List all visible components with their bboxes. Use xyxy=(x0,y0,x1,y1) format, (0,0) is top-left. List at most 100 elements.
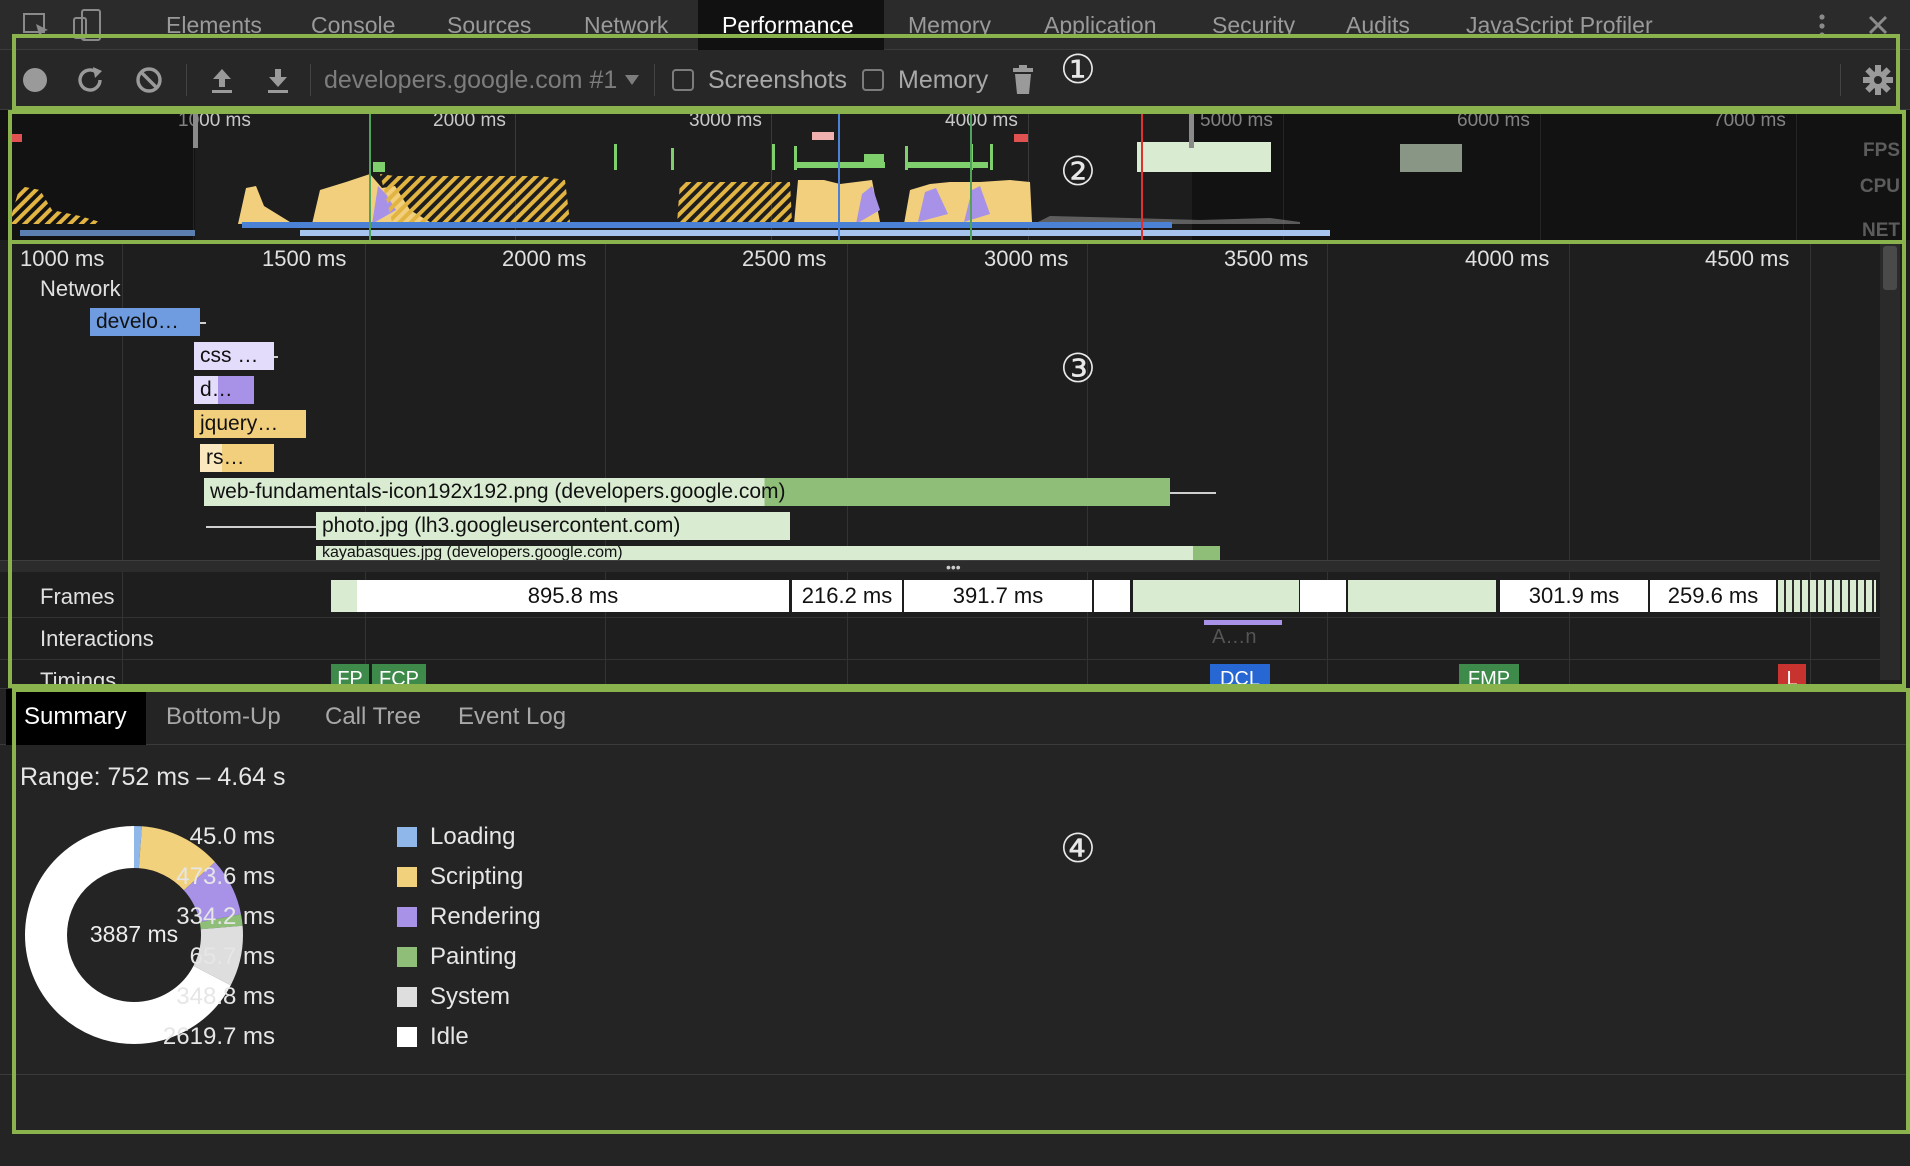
interactions-track-label[interactable]: Interactions xyxy=(40,626,154,652)
details-panel: Summary Bottom-Up Call Tree Event Log Ra… xyxy=(0,688,1910,1166)
network-request[interactable]: kayabasques.jpg (developers.google.com) xyxy=(316,546,1220,560)
legend-value: 65.7 ms xyxy=(189,943,275,970)
timing-marker-l[interactable]: L xyxy=(1778,664,1806,690)
interaction-marker[interactable] xyxy=(1204,620,1282,625)
legend-swatch xyxy=(397,947,417,967)
callout-marker: ② xyxy=(1060,149,1096,195)
scrollbar-thumb[interactable] xyxy=(1883,246,1897,290)
legend-name: Idle xyxy=(430,1023,469,1050)
network-request[interactable]: photo.jpg (lh3.googleusercontent.com) xyxy=(316,512,790,540)
reload-icon[interactable] xyxy=(76,65,106,95)
legend-name: Rendering xyxy=(430,903,541,930)
legend-value: 473.6 ms xyxy=(176,863,275,890)
frame-block[interactable] xyxy=(1778,580,1876,612)
screenshots-label[interactable]: Screenshots xyxy=(708,50,847,110)
tab-javascript-profiler[interactable]: JavaScript Profiler xyxy=(1442,0,1677,50)
frame-block[interactable]: 301.9 ms xyxy=(1500,580,1648,612)
inspect-element-icon[interactable] xyxy=(22,12,52,40)
interaction-label: A…n xyxy=(1212,626,1257,648)
ruler-tick: 1000 ms xyxy=(20,246,105,271)
summary-range: Range: 752 ms – 4.64 s xyxy=(20,763,286,791)
ruler-tick: 1500 ms xyxy=(262,246,347,271)
panel-divider xyxy=(0,1074,1910,1075)
tab-network[interactable]: Network xyxy=(560,0,692,50)
more-menu-icon[interactable] xyxy=(1812,12,1832,40)
toolbar-divider xyxy=(186,64,187,96)
vertical-scrollbar[interactable] xyxy=(1880,244,1900,680)
performance-toolbar: developers.google.com #1 Screenshots Mem… xyxy=(0,50,1910,110)
network-request[interactable]: jquery… xyxy=(194,410,306,438)
network-request[interactable]: d… xyxy=(194,376,254,404)
device-toolbar-icon[interactable] xyxy=(72,8,106,42)
callout-marker: ④ xyxy=(1060,826,1096,872)
legend-name: Painting xyxy=(430,943,517,970)
legend-row-idle: 2619.7 ms Idle xyxy=(0,1017,600,1057)
memory-label[interactable]: Memory xyxy=(898,50,988,110)
legend-value: 45.0 ms xyxy=(189,823,275,850)
tab-summary[interactable]: Summary xyxy=(6,689,146,745)
frame-block[interactable]: 259.6 ms xyxy=(1650,580,1776,612)
gear-icon[interactable] xyxy=(1862,64,1894,96)
tab-performance[interactable]: Performance xyxy=(698,0,884,50)
clear-icon[interactable] xyxy=(134,65,164,95)
tab-call-tree[interactable]: Call Tree xyxy=(307,689,439,745)
legend-row-system: 348.8 ms System xyxy=(0,977,600,1017)
chevron-down-icon[interactable] xyxy=(624,74,640,86)
legend-swatch xyxy=(397,987,417,1007)
frame-block[interactable]: 391.7 ms xyxy=(904,580,1092,612)
tab-console[interactable]: Console xyxy=(287,0,419,50)
tab-security[interactable]: Security xyxy=(1188,0,1319,50)
legend-name: Loading xyxy=(430,823,516,850)
frame-block[interactable] xyxy=(1348,580,1496,612)
memory-checkbox[interactable] xyxy=(862,69,884,91)
record-icon[interactable] xyxy=(22,67,48,93)
legend-swatch xyxy=(397,827,417,847)
legend-name: Scripting xyxy=(430,863,524,890)
close-icon[interactable] xyxy=(1866,13,1890,37)
ruler-tick: 2500 ms xyxy=(742,246,827,271)
frame-block[interactable] xyxy=(1300,580,1346,612)
tab-elements[interactable]: Elements xyxy=(142,0,286,50)
legend-swatch xyxy=(397,1027,417,1047)
toolbar-divider xyxy=(654,64,655,96)
network-request[interactable]: rs… xyxy=(200,444,274,472)
frame-block[interactable] xyxy=(331,580,357,612)
timeline-overview[interactable]: 1000 ms 2000 ms 3000 ms 4000 ms 5000 ms … xyxy=(0,110,1910,241)
legend-swatch xyxy=(397,867,417,887)
tab-audits[interactable]: Audits xyxy=(1322,0,1434,50)
overview-graphs xyxy=(0,110,1910,240)
network-request[interactable]: css … xyxy=(194,342,274,370)
ruler-tick: 2000 ms xyxy=(502,246,587,271)
legend-row-scripting: 473.6 ms Scripting xyxy=(0,857,600,897)
download-icon[interactable] xyxy=(264,65,292,95)
tab-sources[interactable]: Sources xyxy=(423,0,555,50)
summary-legend: 45.0 ms Loading 473.6 ms Scripting 334.2 ms R… xyxy=(0,817,600,1097)
network-request[interactable]: develo… xyxy=(90,308,200,336)
toolbar-divider xyxy=(310,64,311,96)
upload-icon[interactable] xyxy=(208,65,236,95)
frame-block[interactable] xyxy=(1133,580,1299,612)
timing-marker-fmp[interactable]: FMP xyxy=(1459,664,1519,690)
frame-block[interactable] xyxy=(1094,580,1130,612)
track-splitter[interactable]: ••• xyxy=(0,559,1880,575)
frame-block[interactable]: 216.2 ms xyxy=(792,580,902,612)
profile-select[interactable]: developers.google.com #1 xyxy=(324,50,617,110)
network-request[interactable]: web-fundamentals-icon192x192.png (develo… xyxy=(204,478,1170,506)
ruler-tick: 4500 ms xyxy=(1705,246,1790,271)
network-track-label[interactable]: Network xyxy=(40,276,121,302)
tab-application[interactable]: Application xyxy=(1020,0,1181,50)
trash-icon[interactable] xyxy=(1010,64,1036,96)
frame-block[interactable]: 895.8 ms xyxy=(357,580,789,612)
timings-track-label[interactable]: Timings xyxy=(40,668,116,688)
ruler-tick: 3500 ms xyxy=(1224,246,1309,271)
timing-marker-fp[interactable]: FP xyxy=(331,664,369,690)
callout-marker: ① xyxy=(1060,47,1096,93)
tab-bottom-up[interactable]: Bottom-Up xyxy=(148,689,299,745)
timing-marker-dcl[interactable]: DCL xyxy=(1210,664,1270,690)
tab-event-log[interactable]: Event Log xyxy=(440,689,584,745)
tab-memory[interactable]: Memory xyxy=(884,0,1015,50)
frames-track-label[interactable]: Frames xyxy=(40,584,115,610)
screenshots-checkbox[interactable] xyxy=(672,69,694,91)
flame-chart[interactable]: 1000 ms 1500 ms 2000 ms 2500 ms 3000 ms … xyxy=(0,240,1910,690)
timing-marker-fcp[interactable]: FCP xyxy=(372,664,426,690)
